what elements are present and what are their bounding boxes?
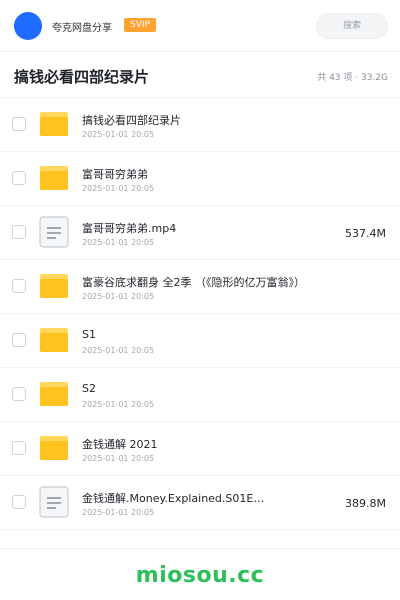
folder-icon — [38, 162, 70, 194]
top-bar: 夸克网盘分享 SVIP 搜索 — [0, 0, 400, 52]
video-file-icon — [38, 216, 70, 248]
folder-icon — [38, 432, 70, 464]
list-item[interactable]: 富哥哥穷弟弟 2025-01-01 20:05 — [0, 152, 400, 206]
file-name: 金钱通解 2021 — [82, 438, 158, 451]
file-name: 富哥哥穷弟弟.mp4 — [82, 222, 177, 235]
file-name: 搞钱必看四部纪录片 — [82, 114, 181, 127]
file-date: 2025-01-01 20:05 — [82, 346, 155, 355]
app-name: 夸克网盘分享 — [52, 23, 112, 34]
folder-header: 搞钱必看四部纪录片 共 43 项 · 33.2G — [0, 52, 400, 98]
list-item[interactable]: 富豪谷底求翻身 全2季 （《隐形的亿万富翁》） 2025-01-01 20:05 — [0, 260, 400, 314]
video-file-icon — [38, 486, 70, 518]
list-item[interactable]: S2 2025-01-01 20:05 — [0, 368, 400, 422]
folder-icon — [38, 270, 70, 302]
file-name: S2 — [82, 382, 96, 395]
watermark: miosou.cc — [135, 563, 265, 588]
file-name: 富哥哥穷弟弟 — [82, 168, 148, 181]
select-checkbox[interactable] — [12, 171, 26, 185]
list-item[interactable]: 富哥哥穷弟弟.mp4 2025-01-01 20:05 537.4M — [0, 206, 400, 260]
avatar[interactable] — [14, 12, 42, 40]
select-checkbox[interactable] — [12, 225, 26, 239]
folder-icon — [38, 108, 70, 140]
list-item[interactable]: 金钱通解 2021 2025-01-01 20:05 — [0, 422, 400, 476]
file-name: S1 — [82, 328, 96, 341]
file-date: 2025-01-01 20:05 — [82, 130, 155, 139]
file-name: 富豪谷底求翻身 全2季 （《隐形的亿万富翁》） — [82, 276, 305, 289]
file-date: 2025-01-01 20:05 — [82, 400, 155, 409]
page-title: 搞钱必看四部纪录片 — [14, 68, 150, 86]
file-date: 2025-01-01 20:05 — [82, 454, 155, 463]
item-summary: 共 43 项 · 33.2G — [317, 73, 388, 83]
select-checkbox[interactable] — [12, 495, 26, 509]
file-date: 2025-01-01 20:05 — [82, 238, 155, 247]
share-page: 夸克网盘分享 SVIP 搜索 搞钱必看四部纪录片 共 43 项 · 33.2G … — [0, 0, 400, 600]
svip-badge: SVIP — [124, 18, 156, 32]
list-item[interactable]: S1 2025-01-01 20:05 — [0, 314, 400, 368]
footer: miosou.cc — [0, 548, 400, 600]
list-item[interactable]: 搞钱必看四部纪录片 2025-01-01 20:05 — [0, 98, 400, 152]
file-name: 金钱通解.Money.Explained.S01E… — [82, 492, 265, 505]
folder-icon — [38, 324, 70, 356]
file-date: 2025-01-01 20:05 — [82, 292, 155, 301]
select-checkbox[interactable] — [12, 117, 26, 131]
list-item[interactable]: 金钱通解.Money.Explained.S01E… 2025-01-01 20… — [0, 476, 400, 530]
folder-icon — [38, 378, 70, 410]
select-checkbox[interactable] — [12, 387, 26, 401]
file-size: 389.8M — [345, 497, 386, 510]
file-list: 搞钱必看四部纪录片 2025-01-01 20:05 富哥哥穷弟弟 2025-0… — [0, 98, 400, 530]
file-date: 2025-01-01 20:05 — [82, 508, 155, 517]
file-date: 2025-01-01 20:05 — [82, 184, 155, 193]
select-checkbox[interactable] — [12, 441, 26, 455]
file-size: 537.4M — [345, 227, 386, 240]
search-input[interactable]: 搜索 — [316, 13, 388, 39]
select-checkbox[interactable] — [12, 333, 26, 347]
select-checkbox[interactable] — [12, 279, 26, 293]
